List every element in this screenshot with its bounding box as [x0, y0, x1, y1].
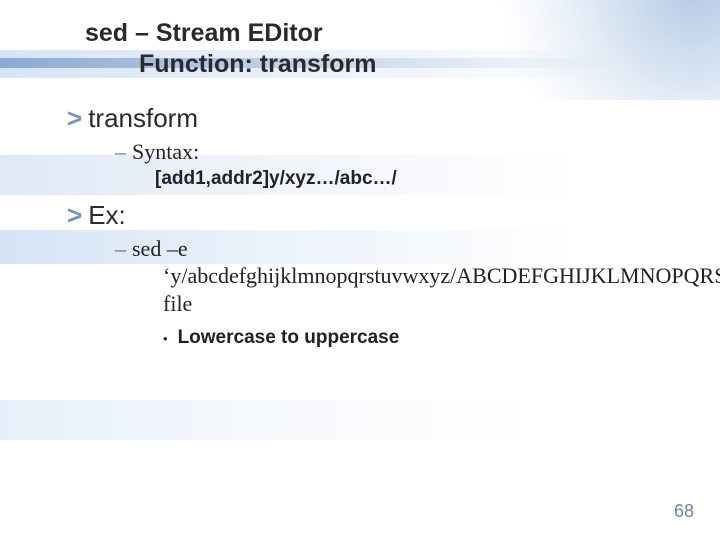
title-line-1: sed – Stream EDitor [85, 18, 680, 49]
chevron-icon: > [67, 103, 88, 133]
syntax-code: [add1,addr2]y/xyz…/abc…/ [155, 167, 680, 192]
bullet-icon: • [163, 331, 178, 346]
bullet-level-1: >transform [67, 103, 680, 134]
example-label: sed –e [132, 236, 188, 261]
bullet-level-1: >Ex: [67, 200, 680, 231]
bullet-level-2: –sed –e ‘y/abcdefghijklmnopqrstuvwxyz/AB… [115, 235, 680, 318]
bullet-level-2: –Syntax: [115, 138, 680, 166]
section-heading: Ex: [88, 200, 126, 230]
decor-band [0, 400, 720, 440]
section-heading: transform [88, 103, 198, 133]
syntax-label: Syntax: [132, 139, 199, 164]
slide-content: sed – Stream EDitor Function: transform … [0, 0, 720, 349]
bullet-level-3: •Lowercase to uppercase [163, 327, 680, 349]
dash-icon: – [115, 236, 132, 261]
page-number: 68 [674, 501, 694, 522]
title-line-2: Function: transform [85, 49, 680, 80]
slide-title: sed – Stream EDitor Function: transform [85, 18, 680, 81]
dash-icon: – [115, 139, 132, 164]
example-command: ‘y/abcdefghijklmnopqrstuvwxyz/ABCDEFGHIJ… [163, 262, 680, 317]
example-note: Lowercase to uppercase [178, 327, 400, 348]
chevron-icon: > [67, 200, 88, 230]
slide: sed – Stream EDitor Function: transform … [0, 0, 720, 540]
